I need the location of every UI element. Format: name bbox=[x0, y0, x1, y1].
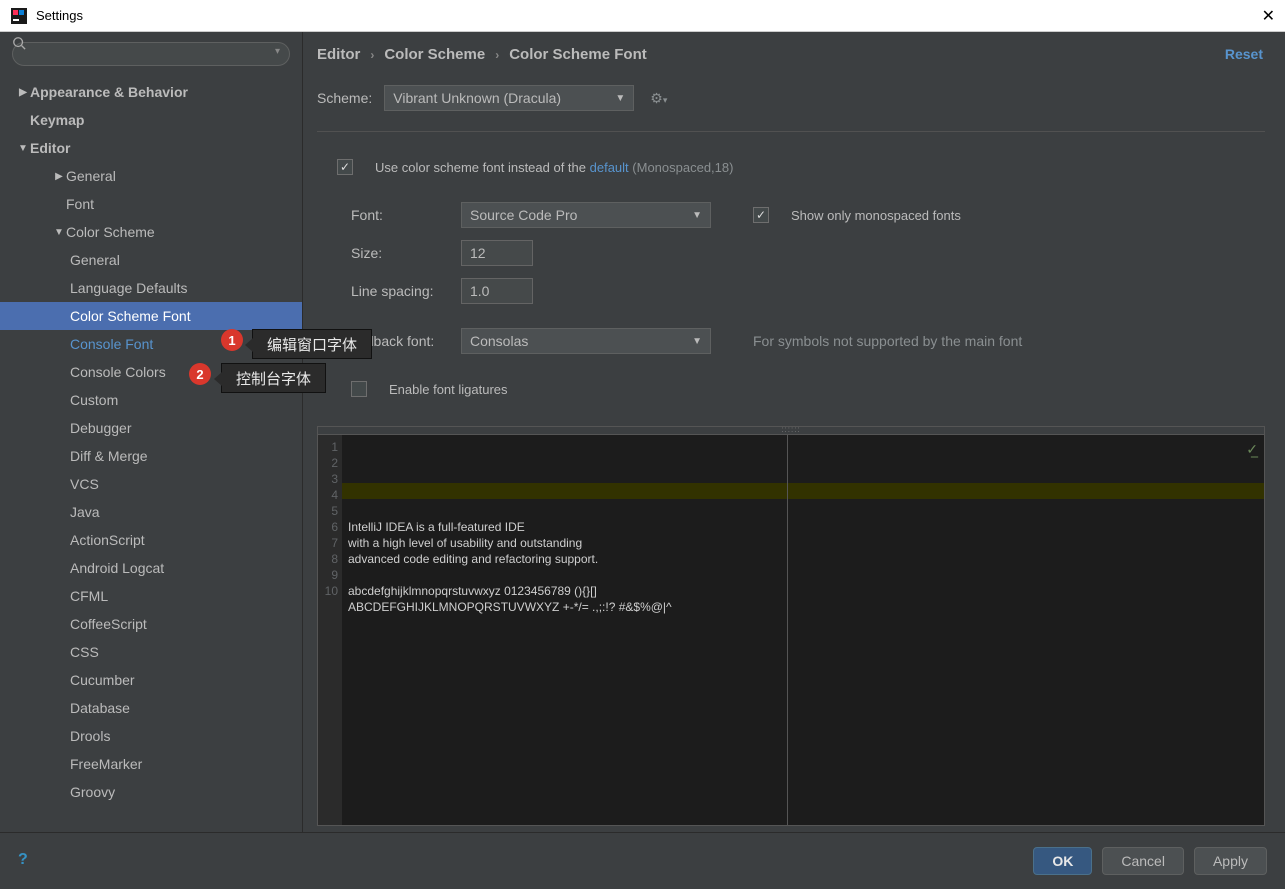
highlighted-line bbox=[342, 483, 1264, 499]
scheme-select[interactable]: Vibrant Unknown (Dracula) ▼ bbox=[384, 85, 634, 111]
chevron-down-icon: ▼ bbox=[682, 336, 702, 347]
tree-item[interactable]: Color Scheme Font bbox=[0, 302, 302, 330]
chevron-right-icon: › bbox=[370, 48, 374, 62]
use-scheme-font-label: Use color scheme font instead of the def… bbox=[375, 160, 733, 175]
tree-item[interactable]: Database bbox=[0, 694, 302, 722]
tree-item[interactable]: CFML bbox=[0, 582, 302, 610]
font-select[interactable]: Source Code Pro ▼ bbox=[461, 202, 711, 228]
tree-item[interactable]: FreeMarker bbox=[0, 750, 302, 778]
breadcrumb-item[interactable]: Color Scheme bbox=[384, 46, 485, 63]
tree-item[interactable]: Font bbox=[0, 190, 302, 218]
annotation-badge-1: 1 bbox=[221, 329, 243, 351]
annotation-callout-1: 编辑窗口字体 bbox=[252, 329, 372, 359]
tree-item[interactable]: VCS bbox=[0, 470, 302, 498]
monospaced-only-checkbox[interactable] bbox=[753, 207, 769, 223]
ligatures-label: Enable font ligatures bbox=[389, 382, 508, 397]
scheme-label: Scheme: bbox=[317, 90, 372, 106]
tree-item[interactable]: ▼Editor bbox=[0, 134, 302, 162]
tree-item[interactable]: Java bbox=[0, 498, 302, 526]
settings-tree: ▶Appearance & BehaviorKeymap▼Editor▶Gene… bbox=[0, 76, 302, 832]
help-icon[interactable]: ? bbox=[18, 851, 38, 871]
annotation-callout-2: 控制台字体 bbox=[221, 363, 326, 393]
size-label: Size: bbox=[351, 245, 447, 261]
ligatures-checkbox[interactable] bbox=[351, 381, 367, 397]
tree-item[interactable]: Language Defaults bbox=[0, 274, 302, 302]
size-input[interactable] bbox=[461, 240, 533, 266]
tree-item[interactable]: Android Logcat bbox=[0, 554, 302, 582]
scheme-value: Vibrant Unknown (Dracula) bbox=[393, 90, 561, 106]
tree-item[interactable]: ▼Color Scheme bbox=[0, 218, 302, 246]
ok-button[interactable]: OK bbox=[1033, 847, 1092, 875]
line-spacing-label: Line spacing: bbox=[351, 283, 447, 299]
splitter-handle[interactable]: :::::: bbox=[318, 427, 1264, 435]
font-label: Font: bbox=[351, 207, 447, 223]
search-icon bbox=[12, 36, 26, 50]
gear-icon[interactable]: ⚙▾ bbox=[650, 90, 667, 107]
fallback-font-select[interactable]: Consolas ▼ bbox=[461, 328, 711, 354]
sidebar: ▾ ▶Appearance & BehaviorKeymap▼Editor▶Ge… bbox=[0, 32, 303, 832]
fallback-hint: For symbols not supported by the main fo… bbox=[753, 333, 1022, 349]
tree-item[interactable]: Keymap bbox=[0, 106, 302, 134]
tree-item[interactable]: ▶Appearance & Behavior bbox=[0, 78, 302, 106]
tree-item[interactable]: Cucumber bbox=[0, 666, 302, 694]
reset-link[interactable]: Reset bbox=[1225, 46, 1263, 62]
tree-item[interactable]: ▶General bbox=[0, 162, 302, 190]
tree-item[interactable]: General bbox=[0, 246, 302, 274]
window-title: Settings bbox=[36, 8, 83, 23]
chevron-down-icon: ▼ bbox=[682, 210, 702, 221]
breadcrumb: Editor › Color Scheme › Color Scheme Fon… bbox=[317, 46, 1265, 63]
inspection-ok-icon: ✓̲ bbox=[1246, 441, 1258, 457]
annotation-badge-2: 2 bbox=[189, 363, 211, 385]
search-input[interactable] bbox=[12, 42, 290, 66]
chevron-down-icon[interactable]: ▾ bbox=[275, 46, 280, 57]
preview-container: :::::: 12345678910 ✓̲ IntelliJ IDEA is a… bbox=[317, 426, 1265, 826]
breadcrumb-item: Color Scheme Font bbox=[509, 46, 647, 63]
tree-item[interactable]: Groovy bbox=[0, 778, 302, 806]
breadcrumb-item[interactable]: Editor bbox=[317, 46, 360, 63]
cancel-button[interactable]: Cancel bbox=[1102, 847, 1184, 875]
dialog-footer: ? OK Cancel Apply bbox=[0, 832, 1285, 889]
gutter: 12345678910 bbox=[318, 435, 342, 825]
title-bar: Settings ✕ bbox=[0, 0, 1285, 32]
use-scheme-font-checkbox[interactable] bbox=[337, 159, 353, 175]
font-preview-editor[interactable]: 12345678910 ✓̲ IntelliJ IDEA is a full-f… bbox=[318, 435, 1264, 825]
code-area: ✓̲ IntelliJ IDEA is a full-featured IDE … bbox=[342, 435, 1264, 825]
apply-button[interactable]: Apply bbox=[1194, 847, 1267, 875]
tree-item[interactable]: Drools bbox=[0, 722, 302, 750]
tree-item[interactable]: Debugger bbox=[0, 414, 302, 442]
chevron-down-icon: ▼ bbox=[605, 93, 625, 104]
default-font-link[interactable]: default bbox=[590, 160, 629, 175]
close-icon[interactable]: ✕ bbox=[1262, 6, 1275, 26]
chevron-right-icon: › bbox=[495, 48, 499, 62]
app-logo-icon bbox=[10, 7, 28, 25]
tree-item[interactable]: Diff & Merge bbox=[0, 442, 302, 470]
tree-item[interactable]: CoffeeScript bbox=[0, 610, 302, 638]
line-spacing-input[interactable] bbox=[461, 278, 533, 304]
tree-item[interactable]: ActionScript bbox=[0, 526, 302, 554]
monospaced-only-label: Show only monospaced fonts bbox=[791, 208, 961, 223]
content-panel: Editor › Color Scheme › Color Scheme Fon… bbox=[303, 32, 1285, 832]
tree-item[interactable]: CSS bbox=[0, 638, 302, 666]
